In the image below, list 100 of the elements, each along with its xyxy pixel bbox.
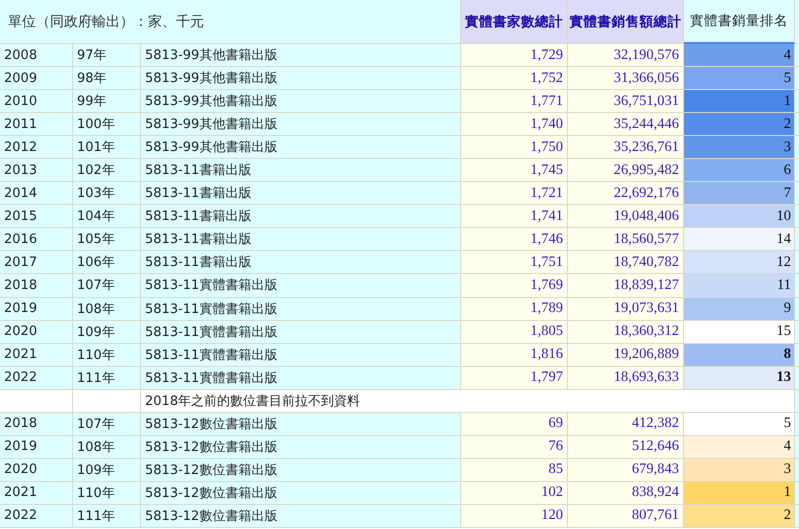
year-cell: 2014 xyxy=(0,182,73,206)
note-text: 2018年之前的數位書目前拉不到資料 xyxy=(141,390,795,413)
year-cell: 2020 xyxy=(0,320,73,344)
rank-cell: 3 xyxy=(684,136,795,160)
table-cell: 102 xyxy=(461,482,568,505)
year-cell: 2008 xyxy=(0,44,73,68)
table-cell: 18,693,633 xyxy=(568,366,684,390)
year-cell: 2019 xyxy=(0,436,73,459)
rank-cell: 2 xyxy=(684,504,795,528)
year-cell: 2010 xyxy=(0,90,73,114)
table-cell: 1,745 xyxy=(461,159,568,182)
rank-cell: 13 xyxy=(684,366,795,390)
rank-cell: 1 xyxy=(684,90,795,114)
roc-year-cell: 103年 xyxy=(73,182,141,206)
year-cell: 2012 xyxy=(0,136,73,160)
year-cell: 2009 xyxy=(0,67,73,90)
category-cell: 5813-99其他書籍出版 xyxy=(141,136,461,160)
year-cell: 2019 xyxy=(0,298,73,321)
rank-cell: 5 xyxy=(684,67,795,90)
category-cell: 5813-99其他書籍出版 xyxy=(141,67,461,90)
year-cell: 2021 xyxy=(0,482,73,505)
rank-cell: 15 xyxy=(684,320,795,344)
category-cell: 5813-12數位書籍出版 xyxy=(141,436,461,459)
rank-cell: 10 xyxy=(684,205,795,228)
roc-year-cell: 98年 xyxy=(73,67,141,90)
year-cell: 2011 xyxy=(0,113,73,136)
category-cell: 5813-12數位書籍出版 xyxy=(141,458,461,482)
rank-cell: 6 xyxy=(684,159,795,182)
year-cell: 2018 xyxy=(0,274,73,298)
roc-year-cell: 104年 xyxy=(73,205,141,228)
category-cell: 5813-99其他書籍出版 xyxy=(141,44,461,68)
rank-cell: 9 xyxy=(684,298,795,321)
table-cell: 1,771 xyxy=(461,90,568,114)
roc-year-cell: 99年 xyxy=(73,90,141,114)
category-cell: 5813-12數位書籍出版 xyxy=(141,482,461,505)
category-cell: 5813-11實體書籍出版 xyxy=(141,366,461,390)
roc-year-cell: 109年 xyxy=(73,458,141,482)
table-cell: 31,366,056 xyxy=(568,67,684,90)
category-cell: 5813-11書籍出版 xyxy=(141,205,461,228)
column-header: 實體書銷量排名 xyxy=(684,0,795,44)
table-cell: 1,750 xyxy=(461,136,568,160)
table-cell: 35,236,761 xyxy=(568,136,684,160)
table-cell: 19,048,406 xyxy=(568,205,684,228)
table-cell: 807,761 xyxy=(568,504,684,528)
table-cell: 76 xyxy=(461,436,568,459)
category-cell: 5813-11實體書籍出版 xyxy=(141,298,461,321)
roc-year-cell: 111年 xyxy=(73,366,141,390)
year-cell: 2017 xyxy=(0,251,73,274)
category-cell: 5813-11實體書籍出版 xyxy=(141,344,461,367)
roc-year-cell: 110年 xyxy=(73,482,141,505)
year-cell: 2022 xyxy=(0,366,73,390)
table-cell: 1,721 xyxy=(461,182,568,206)
category-cell: 5813-99其他書籍出版 xyxy=(141,90,461,114)
category-cell: 5813-11實體書籍出版 xyxy=(141,320,461,344)
category-cell: 5813-99其他書籍出版 xyxy=(141,113,461,136)
year-cell: 2016 xyxy=(0,228,73,252)
roc-year-cell: 106年 xyxy=(73,251,141,274)
rank-cell: 11 xyxy=(684,274,795,298)
roc-year-cell: 108年 xyxy=(73,436,141,459)
table-cell: 1,751 xyxy=(461,251,568,274)
table-cell: 1,729 xyxy=(461,44,568,68)
table-cell: 1,741 xyxy=(461,205,568,228)
table-cell: 26,995,482 xyxy=(568,159,684,182)
rank-cell: 4 xyxy=(684,436,795,459)
column-header: 實體書家數總計 xyxy=(461,0,568,44)
category-cell: 5813-12數位書籍出版 xyxy=(141,412,461,436)
roc-year-cell: 100年 xyxy=(73,113,141,136)
category-cell: 5813-11實體書籍出版 xyxy=(141,274,461,298)
column-header: 實體書銷售額總計 xyxy=(568,0,684,44)
rank-cell: 14 xyxy=(684,228,795,252)
table-cell: 1,752 xyxy=(461,67,568,90)
table-cell: 120 xyxy=(461,504,568,528)
category-cell: 5813-12數位書籍出版 xyxy=(141,504,461,528)
table-cell: 1,740 xyxy=(461,113,568,136)
roc-year-cell: 97年 xyxy=(73,44,141,68)
table-cell: 32,190,576 xyxy=(568,44,684,68)
table-cell: 1,797 xyxy=(461,366,568,390)
roc-year-cell: 111年 xyxy=(73,504,141,528)
table-cell: 679,843 xyxy=(568,458,684,482)
category-cell: 5813-11書籍出版 xyxy=(141,182,461,206)
table-cell: 512,646 xyxy=(568,436,684,459)
table-cell: 36,751,031 xyxy=(568,90,684,114)
rank-cell: 4 xyxy=(684,44,795,68)
roc-year-cell: 105年 xyxy=(73,228,141,252)
table-cell: 19,073,631 xyxy=(568,298,684,321)
table-cell: 1,746 xyxy=(461,228,568,252)
table-cell: 69 xyxy=(461,412,568,436)
table-cell: 18,560,577 xyxy=(568,228,684,252)
table-cell: 838,924 xyxy=(568,482,684,505)
rank-cell: 12 xyxy=(684,251,795,274)
year-cell: 2018 xyxy=(0,412,73,436)
table-cell: 35,244,446 xyxy=(568,113,684,136)
year-cell: 2020 xyxy=(0,458,73,482)
roc-year-cell: 107年 xyxy=(73,274,141,298)
category-cell: 5813-11書籍出版 xyxy=(141,228,461,252)
roc-year-cell: 107年 xyxy=(73,412,141,436)
year-cell: 2022 xyxy=(0,504,73,528)
category-cell: 5813-11書籍出版 xyxy=(141,251,461,274)
table-cell: 1,816 xyxy=(461,344,568,367)
table-cell: 412,382 xyxy=(568,412,684,436)
